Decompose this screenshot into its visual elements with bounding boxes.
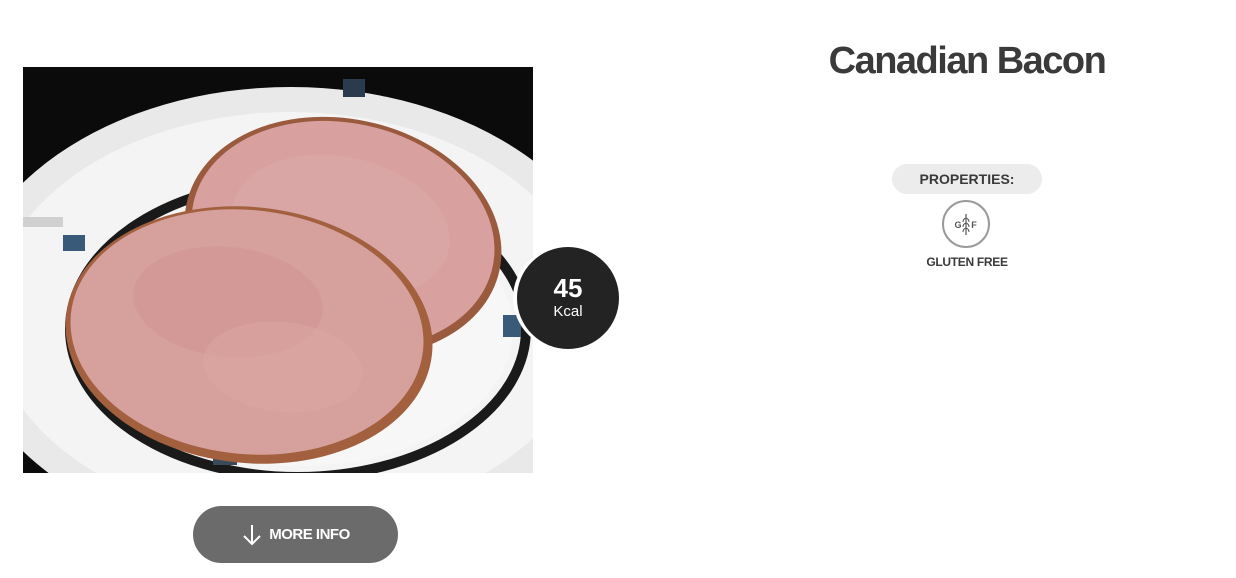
product-page: 45 Kcal MORE INFO Canadian Bacon PROPERT…: [0, 0, 1236, 578]
product-title: Canadian Bacon: [828, 40, 1107, 82]
calorie-badge-inner: 45 Kcal: [517, 247, 619, 349]
gluten-free-icon: G F: [942, 200, 990, 248]
gluten-free-icon-letter-f: F: [971, 220, 977, 230]
canadian-bacon-photo: [23, 67, 533, 473]
calorie-badge: 45 Kcal: [513, 245, 623, 351]
gluten-free-icon-letter-g: G: [954, 220, 961, 230]
calorie-unit: Kcal: [553, 303, 583, 320]
gluten-free-label: GLUTEN FREE: [926, 255, 1008, 269]
properties-heading: PROPERTIES:: [892, 164, 1042, 194]
product-photo: [23, 67, 533, 473]
more-info-button[interactable]: MORE INFO: [193, 506, 398, 563]
more-info-label: MORE INFO: [269, 526, 350, 543]
calorie-value: 45: [553, 273, 583, 303]
product-image-panel: 45 Kcal MORE INFO: [0, 0, 623, 578]
arrow-down-icon: [243, 524, 261, 545]
